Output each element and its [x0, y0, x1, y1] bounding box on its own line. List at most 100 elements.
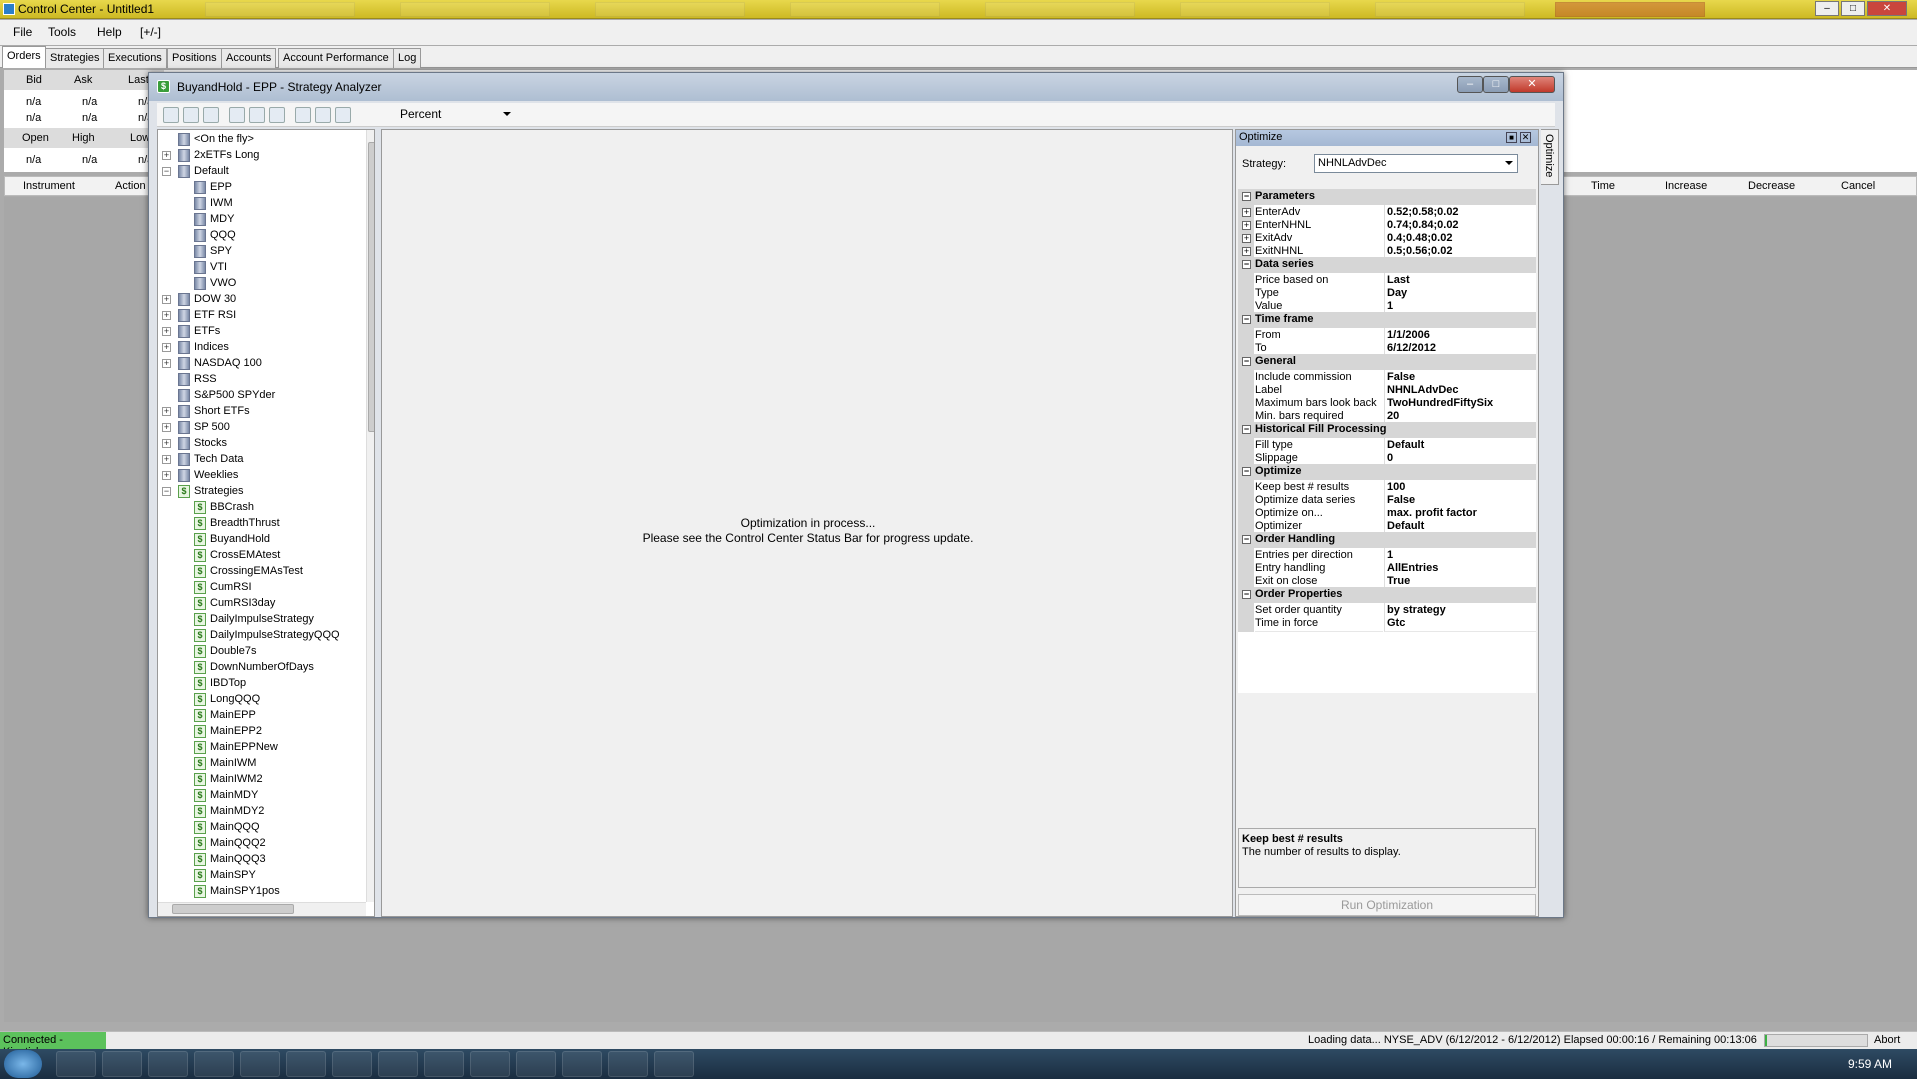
- property-category[interactable]: − Time frame: [1238, 312, 1536, 328]
- property-category[interactable]: − Parameters: [1238, 189, 1536, 205]
- col-time[interactable]: Time: [1591, 180, 1615, 192]
- property-category[interactable]: − Optimize: [1238, 464, 1536, 480]
- abort-button[interactable]: Abort: [1874, 1034, 1900, 1046]
- tree-strategy-item[interactable]: $ MainMDY2: [158, 804, 368, 820]
- tree-folder-item[interactable]: MDY: [158, 212, 368, 228]
- analyzer-maximize-button[interactable]: □: [1483, 76, 1509, 93]
- pdf-icon[interactable]: [608, 1051, 648, 1077]
- scroll-thumb[interactable]: [368, 142, 374, 432]
- tree-folder-item[interactable]: QQQ: [158, 228, 368, 244]
- tree-strategy-item[interactable]: $ MainIWM2: [158, 772, 368, 788]
- collapse-icon[interactable]: −: [1242, 590, 1251, 599]
- edit-icon[interactable]: [315, 107, 331, 123]
- analyzer-close-button[interactable]: ✕: [1509, 76, 1555, 93]
- chrome-icon[interactable]: [102, 1051, 142, 1077]
- tab-executions[interactable]: Executions: [103, 48, 167, 68]
- expand-icon[interactable]: +: [162, 359, 171, 368]
- tab-accounts[interactable]: Accounts: [221, 48, 277, 68]
- tree-folder-item[interactable]: + Stocks: [158, 436, 368, 452]
- minimize-button[interactable]: –: [1815, 1, 1839, 16]
- tree-folder-item[interactable]: VWO: [158, 276, 368, 292]
- excel-icon[interactable]: [562, 1051, 602, 1077]
- expand-icon[interactable]: +: [1242, 247, 1251, 256]
- tree-strategy-item[interactable]: $ DailyImpulseStrategy: [158, 612, 368, 628]
- explorer-icon[interactable]: [148, 1051, 188, 1077]
- tab-strategies[interactable]: Strategies: [45, 48, 105, 68]
- tree-folder-item[interactable]: + Tech Data: [158, 452, 368, 468]
- property-category[interactable]: − Historical Fill Processing: [1238, 422, 1536, 438]
- tab-orders[interactable]: Orders: [2, 46, 46, 68]
- tree-folder-item[interactable]: +2xETFs Long: [158, 148, 368, 164]
- app-icon[interactable]: [470, 1051, 510, 1077]
- tab-log[interactable]: Log: [393, 48, 422, 68]
- collapse-icon[interactable]: −: [1242, 357, 1251, 366]
- optimize-side-tab[interactable]: Optimize: [1541, 129, 1559, 185]
- tree-strategy-item[interactable]: $ MainEPP2: [158, 724, 368, 740]
- scroll-thumb[interactable]: [172, 904, 294, 914]
- collapse-icon[interactable]: −: [1242, 315, 1251, 324]
- col-instrument[interactable]: Instrument: [23, 180, 75, 192]
- tree-strategy-item[interactable]: $ DownNumberOfDays: [158, 660, 368, 676]
- clock[interactable]: 9:59 AM: [1848, 1057, 1892, 1071]
- expand-icon[interactable]: +: [162, 151, 171, 160]
- display-unit-select[interactable]: Percent: [397, 106, 515, 124]
- save-icon[interactable]: [183, 107, 199, 123]
- tree-strategy-item[interactable]: $ MainIWM: [158, 756, 368, 772]
- col-cancel[interactable]: Cancel: [1841, 180, 1875, 192]
- app-icon[interactable]: [194, 1051, 234, 1077]
- expand-icon[interactable]: +: [162, 455, 171, 464]
- tree-strategy-item[interactable]: $ MainEPP: [158, 708, 368, 724]
- start-button[interactable]: [4, 1050, 42, 1078]
- print-icon[interactable]: [203, 107, 219, 123]
- tree-strategy-item[interactable]: $ IBDTop: [158, 676, 368, 692]
- tree-folder-item[interactable]: SPY: [158, 244, 368, 260]
- property-row[interactable]: Time in force Gtc: [1238, 616, 1536, 632]
- collapse-icon[interactable]: −: [1242, 467, 1251, 476]
- tree-strategy-item[interactable]: $ MainSPY: [158, 868, 368, 884]
- chart-icon[interactable]: [424, 1051, 464, 1077]
- expand-icon[interactable]: +: [162, 423, 171, 432]
- expand-icon[interactable]: +: [1242, 234, 1251, 243]
- tree-folder-item[interactable]: IWM: [158, 196, 368, 212]
- property-value[interactable]: Gtc: [1384, 616, 1536, 632]
- remove-icon[interactable]: [335, 107, 351, 123]
- ie-icon[interactable]: [56, 1051, 96, 1077]
- tab-account-performance[interactable]: Account Performance: [278, 48, 394, 68]
- menu-file[interactable]: File: [13, 25, 32, 39]
- walkforward-icon[interactable]: [269, 107, 285, 123]
- col-increase[interactable]: Increase: [1665, 180, 1707, 192]
- tree-strategy-item[interactable]: $ LongQQQ: [158, 692, 368, 708]
- tree-folder-item[interactable]: + Short ETFs: [158, 404, 368, 420]
- tree-vertical-scrollbar[interactable]: [366, 130, 374, 902]
- expand-icon[interactable]: +: [1242, 208, 1251, 217]
- collapse-icon[interactable]: −: [1242, 425, 1251, 434]
- tree-folder-item[interactable]: S&P500 SPYder: [158, 388, 368, 404]
- tree-folder-item[interactable]: − Default: [158, 164, 368, 180]
- tree-strategy-item[interactable]: $ BreadthThrust: [158, 516, 368, 532]
- close-button[interactable]: ✕: [1867, 1, 1907, 16]
- expand-icon[interactable]: +: [162, 407, 171, 416]
- tree-folder-item[interactable]: RSS: [158, 372, 368, 388]
- tree-strategy-item[interactable]: $ CumRSI3day: [158, 596, 368, 612]
- tree-folder-item[interactable]: + Weeklies: [158, 468, 368, 484]
- pin-icon[interactable]: ■: [1506, 132, 1517, 143]
- menu-toggle[interactable]: [+/-]: [140, 25, 161, 39]
- property-category[interactable]: − Data series: [1238, 257, 1536, 273]
- tree-strategy-item[interactable]: $ MainMDY: [158, 788, 368, 804]
- analyzer-minimize-button[interactable]: –: [1457, 76, 1483, 93]
- tab-positions[interactable]: Positions: [167, 48, 222, 68]
- close-icon[interactable]: ✕: [1520, 132, 1531, 143]
- system-tray[interactable]: [1708, 1055, 1828, 1073]
- collapse-icon[interactable]: −: [162, 487, 171, 496]
- expand-icon[interactable]: +: [162, 295, 171, 304]
- tree-folder-item[interactable]: VTI: [158, 260, 368, 276]
- tree-strategy-item[interactable]: $ MainQQQ2: [158, 836, 368, 852]
- tree-strategy-item[interactable]: $ CumRSI: [158, 580, 368, 596]
- collapse-icon[interactable]: −: [1242, 260, 1251, 269]
- tree-strategy-item[interactable]: $ DailyImpulseStrategyQQQ: [158, 628, 368, 644]
- property-category[interactable]: − Order Handling: [1238, 532, 1536, 548]
- col-action[interactable]: Action: [115, 180, 146, 192]
- add-icon[interactable]: [295, 107, 311, 123]
- expand-icon[interactable]: +: [162, 439, 171, 448]
- collapse-icon[interactable]: −: [162, 167, 171, 176]
